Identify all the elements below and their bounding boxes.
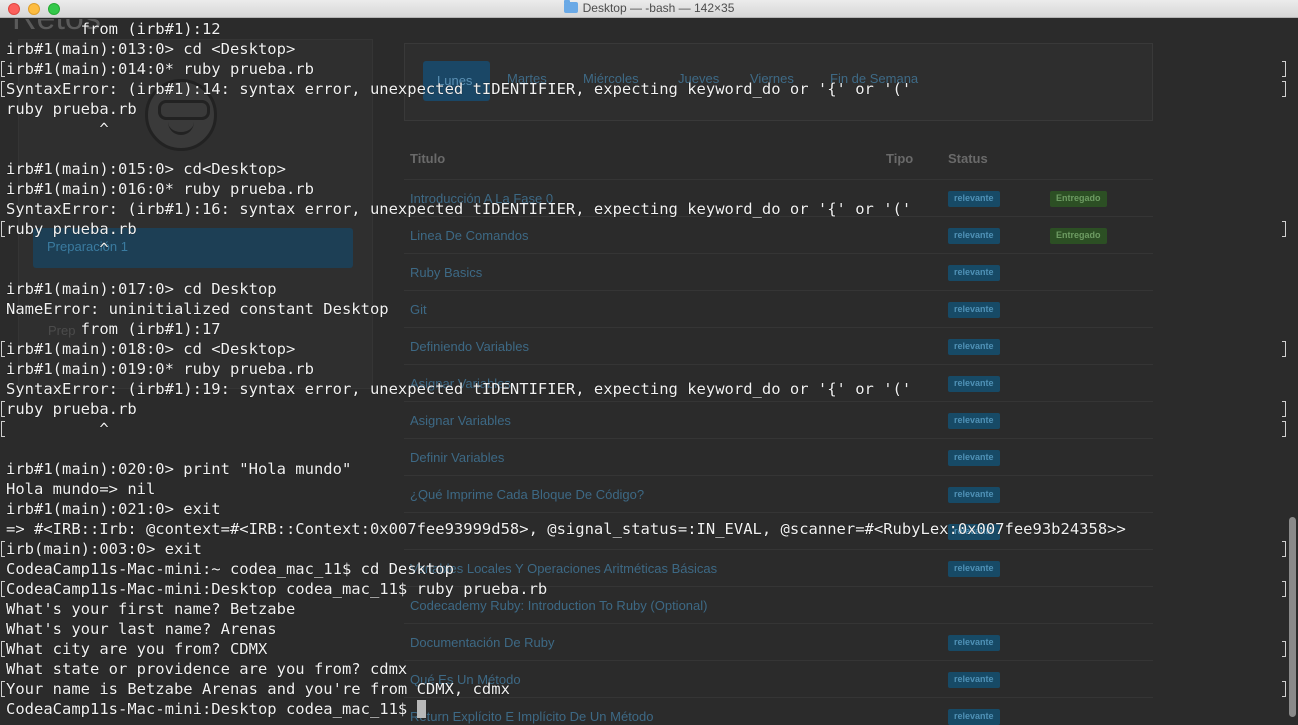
terminal-line-text: irb(main):003:0> exit [6, 540, 202, 558]
terminal-line: CodeaCamp11s-Mac-mini:~ codea_mac_11$ cd… [6, 559, 454, 579]
terminal-line: CodeaCamp11s-Mac-mini:Desktop codea_mac_… [6, 579, 547, 599]
window-title: Desktop — -bash — 142×35 [582, 1, 735, 15]
line-marker-left [1, 421, 5, 437]
terminal-line-text: irb#1(main):020:0> print "Hola mundo" [6, 460, 352, 478]
terminal-line: What's your last name? Arenas [6, 619, 277, 639]
terminal-line-text: ruby prueba.rb [6, 100, 137, 118]
terminal-scrollbar[interactable] [1286, 19, 1298, 725]
terminal-line-text: CodeaCamp11s-Mac-mini:Desktop codea_mac_… [6, 700, 417, 718]
terminal-line: => #<IRB::Irb: @context=#<IRB::Context:0… [6, 519, 1126, 539]
terminal-line: irb#1(main):017:0> cd Desktop [6, 279, 277, 299]
line-marker-left [1, 61, 5, 77]
terminal-line-text: irb#1(main):019:0* ruby prueba.rb [6, 360, 314, 378]
terminal-line: irb(main):003:0> exit [6, 539, 202, 559]
terminal-line: ^ [6, 419, 109, 439]
terminal-line-text: CodeaCamp11s-Mac-mini:~ codea_mac_11$ cd… [6, 560, 454, 578]
terminal-line-text: ^ [6, 120, 109, 138]
line-marker-left [1, 221, 5, 237]
terminal-line-text: What city are you from? CDMX [6, 640, 268, 658]
terminal-line: irb#1(main):016:0* ruby prueba.rb [6, 179, 314, 199]
terminal-line: Your name is Betzabe Arenas and you're f… [6, 679, 510, 699]
terminal-line-text: => #<IRB::Irb: @context=#<IRB::Context:0… [6, 520, 1126, 538]
line-marker-left [1, 81, 5, 97]
terminal-line-text: SyntaxError: (irb#1):19: syntax error, u… [6, 380, 912, 398]
terminal-line-text: What's your last name? Arenas [6, 620, 277, 638]
line-marker-left [1, 341, 5, 357]
terminal-line: CodeaCamp11s-Mac-mini:Desktop codea_mac_… [6, 699, 426, 719]
terminal-line: irb#1(main):014:0* ruby prueba.rb [6, 59, 314, 79]
terminal-line-text: irb#1(main):014:0* ruby prueba.rb [6, 60, 314, 78]
terminal-line-text: ^ [6, 240, 109, 258]
terminal-line: from (irb#1):12 [6, 19, 221, 39]
line-marker-left [1, 541, 5, 557]
window-title-container: Desktop — -bash — 142×35 [0, 0, 1298, 15]
folder-icon [563, 0, 578, 13]
terminal-line: SyntaxError: (irb#1):16: syntax error, u… [6, 199, 911, 219]
terminal-line-text: irb#1(main):013:0> cd <Desktop> [6, 40, 296, 58]
terminal-cursor [416, 700, 426, 718]
terminal-line: SyntaxError: (irb#1):19: syntax error, u… [6, 379, 911, 399]
terminal-line: irb#1(main):019:0* ruby prueba.rb [6, 359, 314, 379]
terminal-line: ^ [6, 119, 109, 139]
terminal-line: from (irb#1):17 [6, 319, 221, 339]
window-titlebar[interactable]: Desktop — -bash — 142×35 [0, 0, 1298, 18]
terminal-line: SyntaxError: (irb#1):14: syntax error, u… [6, 79, 911, 99]
terminal-line-text: SyntaxError: (irb#1):14: syntax error, u… [6, 80, 912, 98]
terminal-line-text: from (irb#1):17 [6, 320, 221, 338]
terminal-line-text: from (irb#1):12 [6, 20, 221, 38]
terminal-line-text: irb#1(main):018:0> cd <Desktop> [6, 340, 296, 358]
line-marker-left [1, 401, 5, 417]
terminal-line-text: ruby prueba.rb [6, 220, 137, 238]
terminal-line-text: What's your first name? Betzabe [6, 600, 296, 618]
terminal-line: ruby prueba.rb [6, 99, 137, 119]
terminal-line-text: irb#1(main):017:0> cd Desktop [6, 280, 277, 298]
line-marker-left [1, 581, 5, 597]
terminal-line: ruby prueba.rb [6, 399, 137, 419]
terminal-line: irb#1(main):015:0> cd<Desktop> [6, 159, 286, 179]
line-marker-left [1, 681, 5, 697]
terminal-output[interactable]: from (irb#1):12 irb#1(main):013:0> cd <De… [0, 19, 1286, 725]
terminal-line-text: irb#1(main):016:0* ruby prueba.rb [6, 180, 314, 198]
line-marker-left [1, 641, 5, 657]
terminal-line: irb#1(main):021:0> exit [6, 499, 221, 519]
terminal-line: Hola mundo=> nil [6, 479, 155, 499]
scrollbar-thumb[interactable] [1289, 517, 1296, 717]
terminal-line-text: SyntaxError: (irb#1):16: syntax error, u… [6, 200, 912, 218]
terminal-line-text: NameError: uninitialized constant Deskto… [6, 300, 389, 318]
terminal-line: NameError: uninitialized constant Deskto… [6, 299, 389, 319]
terminal-line-text: irb#1(main):021:0> exit [6, 500, 221, 518]
terminal-line-text: irb#1(main):015:0> cd<Desktop> [6, 160, 286, 178]
terminal-line: What state or providence are you from? c… [6, 659, 407, 679]
terminal-line: irb#1(main):018:0> cd <Desktop> [6, 339, 295, 359]
terminal-line: What city are you from? CDMX [6, 639, 267, 659]
terminal-line: ruby prueba.rb [6, 219, 137, 239]
terminal-line-text: ^ [6, 420, 109, 438]
terminal-line: What's your first name? Betzabe [6, 599, 295, 619]
terminal-line-text: CodeaCamp11s-Mac-mini:Desktop codea_mac_… [6, 580, 548, 598]
terminal-line: irb#1(main):013:0> cd <Desktop> [6, 39, 295, 59]
terminal-line-text: Your name is Betzabe Arenas and you're f… [6, 680, 510, 698]
terminal-line-text: Hola mundo=> nil [6, 480, 156, 498]
terminal-line-text: What state or providence are you from? c… [6, 660, 408, 678]
terminal-line: irb#1(main):020:0> print "Hola mundo" [6, 459, 351, 479]
terminal-line-text: ruby prueba.rb [6, 400, 137, 418]
terminal-line: ^ [6, 239, 109, 259]
